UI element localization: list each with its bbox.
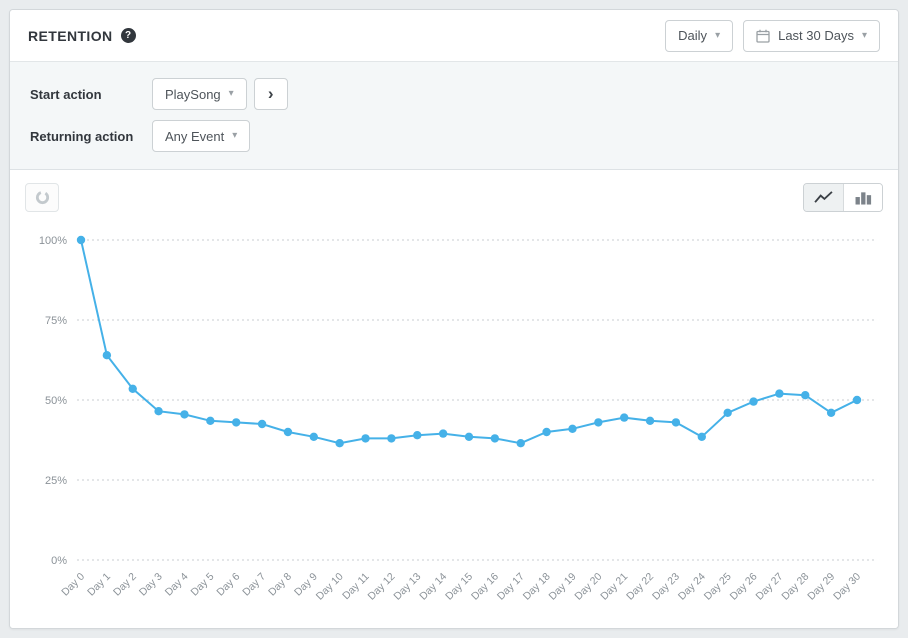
svg-text:Day 8: Day 8 — [266, 571, 294, 599]
svg-text:25%: 25% — [45, 475, 67, 487]
donut-chart-icon — [35, 190, 50, 205]
start-action-row: Start action PlaySong ▾ › — [30, 78, 878, 110]
svg-text:50%: 50% — [45, 395, 67, 407]
date-range-value: Last 30 Days — [778, 28, 854, 43]
svg-text:0%: 0% — [51, 555, 67, 567]
svg-text:Day 21: Day 21 — [598, 571, 630, 603]
svg-text:Day 15: Day 15 — [443, 571, 475, 603]
chevron-down-icon: ▾ — [229, 89, 234, 99]
granularity-dropdown[interactable]: Daily ▾ — [665, 20, 733, 52]
svg-text:Day 7: Day 7 — [240, 571, 268, 599]
svg-text:Day 5: Day 5 — [189, 571, 217, 599]
retention-line-chart[interactable]: 0% 25% 50% 75% 100% Day 0Day 1Day 2Day 3Day 4… — [19, 214, 891, 620]
svg-text:Day 17: Day 17 — [495, 571, 527, 603]
bar-chart-icon — [855, 190, 872, 205]
svg-text:Day 13: Day 13 — [391, 571, 423, 603]
svg-text:Day 24: Day 24 — [676, 571, 708, 603]
svg-text:Day 28: Day 28 — [779, 571, 811, 603]
granularity-value: Daily — [678, 28, 707, 43]
header-right: Daily ▾ Last 30 Days ▾ — [665, 20, 880, 52]
line-chart-toggle[interactable] — [804, 184, 843, 211]
svg-text:Day 4: Day 4 — [163, 571, 191, 599]
chart-wrap: 0% 25% 50% 75% 100% Day 0Day 1Day 2Day 3Day 4… — [10, 214, 898, 620]
svg-text:Day 6: Day 6 — [214, 571, 242, 599]
svg-text:Day 20: Day 20 — [572, 571, 604, 603]
date-range-dropdown[interactable]: Last 30 Days ▾ — [743, 20, 880, 52]
svg-text:Day 29: Day 29 — [805, 571, 837, 603]
expand-button[interactable]: › — [254, 78, 288, 110]
returning-action-label: Returning action — [30, 129, 152, 144]
returning-action-row: Returning action Any Event ▾ — [30, 120, 878, 152]
chevron-down-icon: ▾ — [862, 31, 867, 41]
page-title: RETENTION — [28, 28, 113, 44]
returning-action-value: Any Event — [165, 129, 224, 144]
chart-section: 0% 25% 50% 75% 100% Day 0Day 1Day 2Day 3Day 4… — [10, 170, 898, 628]
returning-action-dropdown[interactable]: Any Event ▾ — [152, 120, 250, 152]
svg-text:Day 18: Day 18 — [521, 571, 553, 603]
header-left: RETENTION ? — [28, 28, 136, 44]
calendar-icon — [756, 29, 770, 43]
start-action-value: PlaySong — [165, 87, 221, 102]
svg-text:75%: 75% — [45, 315, 67, 327]
svg-text:Day 26: Day 26 — [728, 571, 760, 603]
bar-chart-toggle[interactable] — [843, 184, 882, 211]
svg-text:Day 16: Day 16 — [469, 571, 501, 603]
chevron-right-icon: › — [268, 84, 274, 104]
page: RETENTION ? Daily ▾ — [0, 0, 908, 638]
svg-text:Day 25: Day 25 — [702, 571, 734, 603]
svg-text:Day 14: Day 14 — [417, 571, 449, 603]
svg-text:Day 0: Day 0 — [59, 571, 87, 599]
chart-type-toggle — [803, 183, 883, 212]
svg-text:Day 23: Day 23 — [650, 571, 682, 603]
svg-text:Day 30: Day 30 — [831, 571, 863, 603]
svg-text:Day 10: Day 10 — [314, 571, 346, 603]
svg-text:Day 11: Day 11 — [340, 571, 372, 603]
help-icon[interactable]: ? — [121, 28, 136, 43]
svg-text:Day 22: Day 22 — [624, 571, 656, 603]
chevron-down-icon: ▾ — [232, 131, 237, 141]
start-action-dropdown[interactable]: PlaySong ▾ — [152, 78, 247, 110]
chart-toolbar — [10, 170, 898, 214]
retention-controls: Start action PlaySong ▾ › Returning acti… — [10, 62, 898, 170]
header: RETENTION ? Daily ▾ — [10, 10, 898, 62]
svg-text:Day 19: Day 19 — [547, 571, 579, 603]
retention-panel: RETENTION ? Daily ▾ — [9, 9, 899, 629]
svg-text:100%: 100% — [39, 235, 67, 247]
svg-text:Day 12: Day 12 — [366, 571, 398, 603]
svg-text:Day 3: Day 3 — [137, 571, 165, 599]
svg-text:Day 1: Day 1 — [85, 571, 113, 599]
start-action-label: Start action — [30, 87, 152, 102]
svg-text:Day 2: Day 2 — [111, 571, 139, 599]
chevron-down-icon: ▾ — [715, 31, 720, 41]
chart-options-button[interactable] — [25, 183, 59, 212]
line-chart-icon — [814, 190, 833, 205]
svg-text:Day 27: Day 27 — [754, 571, 786, 603]
